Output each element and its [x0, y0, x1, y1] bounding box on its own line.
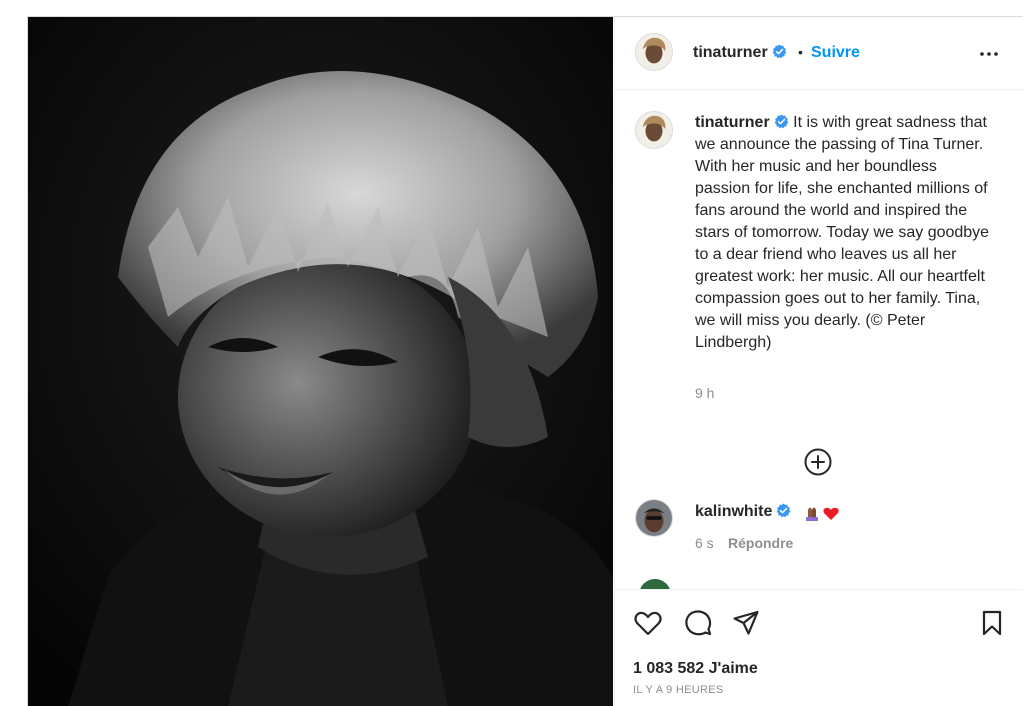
post-photo[interactable] — [28, 17, 613, 706]
caption-body: It is with great sadness that we announc… — [695, 114, 990, 351]
avatar-image — [636, 34, 672, 70]
commenter-avatar[interactable] — [635, 499, 673, 537]
reply-button[interactable]: Répondre — [728, 535, 793, 551]
bookmark-icon[interactable] — [977, 608, 1007, 638]
verified-badge-icon — [776, 503, 791, 518]
portrait-image — [28, 17, 613, 706]
header-separator: • — [798, 44, 803, 60]
caption-username[interactable]: tinaturner — [695, 114, 770, 131]
comment-username-text[interactable]: kalinwhite — [695, 503, 772, 520]
post-actions: 1 083 582 J'aime IL Y A 9 HEURES — [615, 589, 1023, 706]
comment-emoji — [802, 504, 842, 522]
caption-text: tinaturner It is with great sadness that… — [695, 112, 995, 354]
author-username[interactable]: tinaturner — [693, 44, 787, 62]
avatar-image — [636, 500, 672, 536]
author-avatar[interactable] — [635, 33, 673, 71]
emoji-image — [806, 507, 839, 521]
next-commenter-avatar[interactable] — [639, 579, 671, 589]
heart-icon[interactable] — [633, 608, 663, 638]
comments-section[interactable]: tinaturner It is with great sadness that… — [615, 91, 1023, 589]
comment-timestamp[interactable]: 6 s — [695, 535, 714, 551]
likes-count[interactable]: 1 083 582 J'aime — [633, 660, 758, 678]
follow-button[interactable]: Suivre — [811, 44, 860, 62]
caption-author-avatar[interactable] — [635, 111, 673, 149]
comment-icon[interactable] — [683, 608, 713, 638]
more-dots-icon[interactable] — [977, 42, 1001, 66]
caption-timestamp[interactable]: 9 h — [695, 385, 714, 401]
post-side-panel: tinaturner • Suivre tinaturner It is wit… — [614, 17, 1023, 706]
instagram-post: tinaturner • Suivre tinaturner It is wit… — [27, 16, 1023, 706]
verified-badge-icon — [772, 44, 787, 59]
post-date: IL Y A 9 HEURES — [633, 684, 724, 696]
verified-badge-icon — [774, 114, 789, 129]
send-icon[interactable] — [731, 608, 761, 638]
post-header: tinaturner • Suivre — [615, 17, 1023, 90]
avatar-image — [636, 112, 672, 148]
comment-username[interactable]: kalinwhite — [695, 503, 791, 521]
plus-circle-icon[interactable] — [803, 447, 833, 477]
author-username-text[interactable]: tinaturner — [693, 44, 768, 61]
